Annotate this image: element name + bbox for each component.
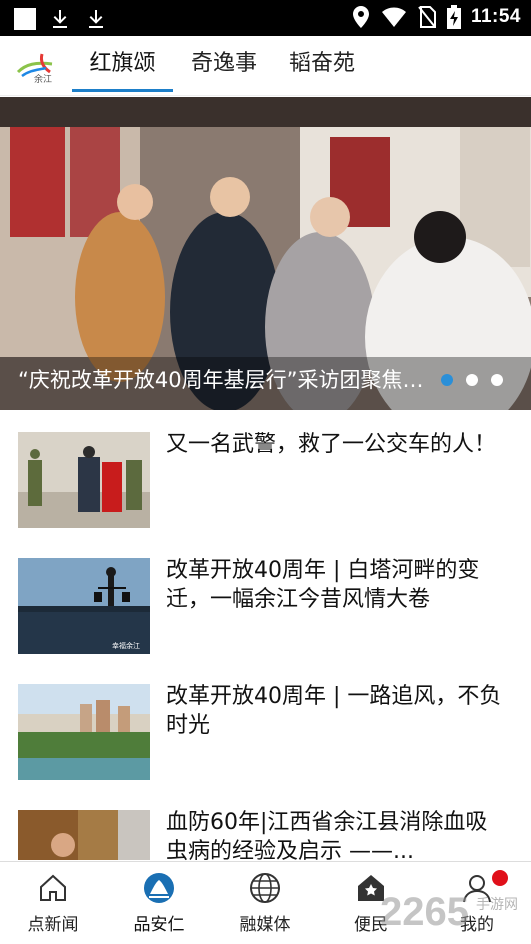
svg-text:余江: 余江 [34,73,52,84]
site-watermark: 2265 手游网 [380,890,531,938]
nav-label: 点新闻 [27,915,79,935]
download-icon [89,10,103,28]
thumbnail-watermark: 幸福余江 [112,642,140,650]
tab-qiyishi[interactable]: 奇逸事 [180,48,268,92]
square-icon [14,8,36,30]
globe-icon [250,873,280,903]
news-thumbnail [18,810,150,860]
news-list-item[interactable]: 改革开放40周年 | 一路追风，不负时光 [0,662,531,786]
nav-label: 品安仁 [133,915,185,935]
news-thumbnail [18,432,150,528]
app-logo[interactable]: 余江 [14,50,58,84]
news-thumbnail [18,558,150,654]
watermark-number: 2265 [380,890,469,934]
news-title: 改革开放40周年 | 白塔河畔的变迁，一幅余江今昔风情大卷 [166,558,480,612]
carousel-dot[interactable] [491,374,503,386]
tab-taofenyuan[interactable]: 韬奋苑 [278,48,366,92]
news-title: 改革开放40周年 | 一路追风，不负时光 [166,684,502,738]
active-tab-indicator [72,89,173,92]
news-thumbnail [18,684,150,780]
news-list-item[interactable]: 又一名武警，救了一公交车的人！ [0,410,531,534]
nav-label: 融媒体 [239,915,291,935]
battery-charging-icon [446,5,461,29]
nav-item-news[interactable]: 点新闻 [0,862,106,944]
tab-hongqisong[interactable]: 红旗颂 [72,48,173,92]
carousel-dot[interactable] [441,374,453,386]
carousel-dot[interactable] [466,374,478,386]
news-title: 血防60年|江西省余江县消除血吸虫病的经验及启示 ——... [166,810,488,864]
watermark-sub: 手游网 [476,897,518,913]
news-title: 又一名武警，救了一公交车的人！ [166,432,497,457]
carousel-indicators [441,374,503,386]
home-icon [40,874,66,901]
banner-caption[interactable]: “庆祝改革开放40周年基层行”采访团聚焦余江 [18,364,438,394]
notification-badge [492,870,508,886]
location-icon [352,6,369,28]
landmark-icon [144,873,174,903]
no-sim-icon [418,6,436,28]
status-bar: 11:54 [0,0,531,36]
status-time: 11:54 [470,6,521,27]
news-list-item[interactable]: 幸福余江 改革开放40周年 | 白塔河畔的变迁，一幅余江今昔风情大卷 [0,536,531,660]
nav-item-pinanren[interactable]: 品安仁 [106,862,212,944]
top-tab-bar: 余江 红旗颂 奇逸事 韬奋苑 [0,36,531,96]
wifi-icon [381,7,406,27]
download-icon [53,10,67,28]
nav-item-media[interactable]: 融媒体 [212,862,318,944]
